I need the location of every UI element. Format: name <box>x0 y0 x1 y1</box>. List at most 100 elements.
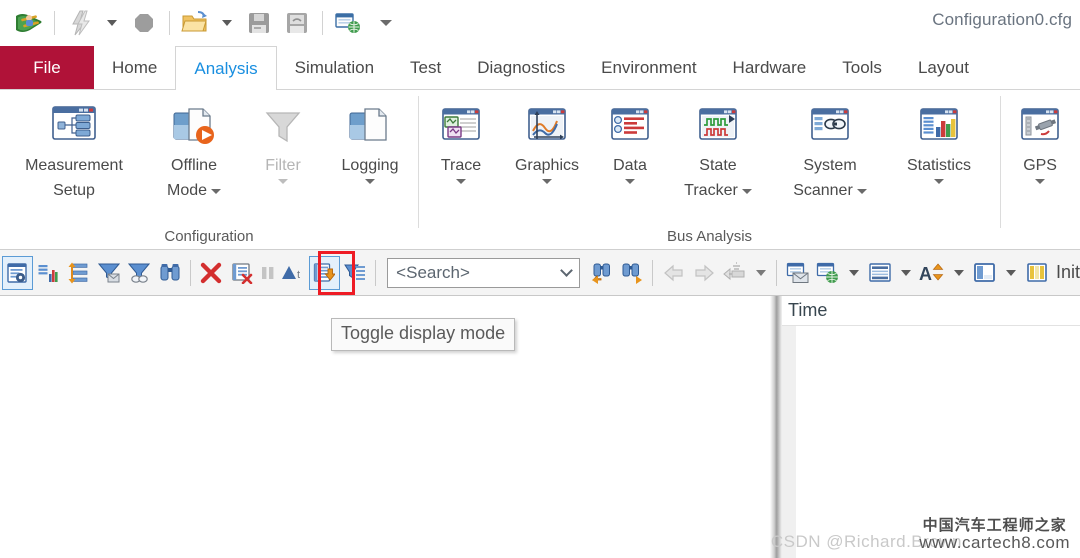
goto-marker-dropdown[interactable] <box>750 256 772 290</box>
tab-file[interactable]: File <box>0 46 94 89</box>
separator-a <box>190 259 192 286</box>
chevron-down-icon[interactable] <box>933 178 944 184</box>
ribbon-group-gps: GPS <box>1001 90 1080 249</box>
ribbon-label-line1: Graphics <box>514 157 579 174</box>
clear-window-button[interactable] <box>227 256 258 290</box>
pane-splitter[interactable] <box>770 296 782 558</box>
chevron-down-icon[interactable] <box>211 188 222 194</box>
column-header-row[interactable]: Time <box>782 296 1080 326</box>
ribbon-button-logging[interactable]: Logging <box>322 98 418 184</box>
ribbon-button-state-tracker[interactable]: State Tracker <box>665 98 771 204</box>
export-mail-button[interactable] <box>782 256 813 290</box>
clear-all-button[interactable] <box>196 256 227 290</box>
ribbon-group-label-bus-analysis: Bus Analysis <box>667 228 753 245</box>
chevron-down-icon[interactable] <box>741 188 752 194</box>
expand-collapse-button[interactable] <box>63 256 94 290</box>
window-title: Configuration0.cfg <box>932 10 1072 29</box>
svg-text:A: A <box>919 264 932 284</box>
logging-icon <box>345 100 395 154</box>
tab-test[interactable]: Test <box>392 46 459 89</box>
font-size-button[interactable]: A <box>917 256 948 290</box>
chevron-down-icon[interactable] <box>624 178 635 184</box>
ribbon-label-line2: Tracker <box>684 181 738 199</box>
filter-messages-button[interactable] <box>94 256 125 290</box>
pause-button[interactable] <box>257 256 279 290</box>
chevron-down-icon[interactable] <box>541 178 552 184</box>
system-scanner-icon <box>805 100 855 154</box>
chevron-down-icon <box>755 269 766 276</box>
toolbar-trailing-label: Init <box>1055 262 1080 282</box>
column-filter-button[interactable] <box>340 256 371 290</box>
ribbon-button-data[interactable]: Data <box>595 98 665 184</box>
search-button[interactable] <box>155 256 186 290</box>
ribbon-button-measurement-setup[interactable]: Measurement Setup <box>4 98 144 204</box>
columns-button[interactable] <box>1021 256 1052 290</box>
ribbon-button-system-scanner[interactable]: System Scanner <box>771 98 889 204</box>
offline-mode-icon <box>169 100 219 154</box>
tab-layout[interactable]: Layout <box>900 46 987 89</box>
graphics-window-icon <box>522 100 572 154</box>
ribbon-button-offline-mode[interactable]: Offline Mode <box>144 98 244 204</box>
ribbon-button-filter[interactable]: Filter <box>244 98 322 184</box>
tab-tools[interactable]: Tools <box>824 46 900 89</box>
ribbon-label-line1: Measurement <box>25 157 123 174</box>
panel-layout-button[interactable] <box>969 256 1000 290</box>
marker-button[interactable]: t <box>279 256 310 290</box>
ribbon-group-label-configuration: Configuration <box>164 228 254 245</box>
tab-simulation[interactable]: Simulation <box>277 46 392 89</box>
export-web-dropdown[interactable] <box>843 256 865 290</box>
navigate-back-button[interactable] <box>658 256 689 290</box>
export-web-button[interactable] <box>813 256 844 290</box>
ribbon-label-line1: Statistics <box>906 157 971 174</box>
ribbon-label-line1: Trace <box>440 157 482 174</box>
chevron-down-icon[interactable] <box>365 178 375 184</box>
ribbon-group-bus-analysis: Trace Graphics Data State Tracker System… <box>419 90 1000 249</box>
watermark-url: www.cartech8.com <box>919 533 1070 553</box>
ribbon-label-line2: Mode <box>166 181 208 199</box>
chevron-down-icon[interactable] <box>560 264 574 277</box>
trace-config-button[interactable] <box>2 255 33 290</box>
find-previous-button[interactable] <box>586 256 617 290</box>
watermark: 中国汽车工程师之家 www.cartech8.com <box>919 518 1070 552</box>
chevron-down-icon <box>953 269 964 276</box>
title-bar: Configuration0.cfg <box>0 0 1080 46</box>
tab-analysis[interactable]: Analysis <box>175 46 277 90</box>
tab-hardware[interactable]: Hardware <box>715 46 825 89</box>
trace-window-toolbar[interactable]: t <Search> A Init <box>0 250 1080 296</box>
filter-clear-button[interactable] <box>124 256 155 290</box>
ribbon-label-line1: System <box>803 157 857 174</box>
ribbon-label-line1: Data <box>613 157 647 174</box>
line-spacing-dropdown[interactable] <box>896 256 918 290</box>
ribbon-button-trace[interactable]: Trace <box>423 98 499 184</box>
svg-text:t: t <box>297 269 300 281</box>
line-spacing-button[interactable] <box>865 256 896 290</box>
tooltip: Toggle display mode <box>331 318 516 351</box>
find-next-button[interactable] <box>617 256 648 290</box>
toggle-display-mode-button[interactable] <box>309 255 340 290</box>
ribbon-button-statistics[interactable]: Statistics <box>889 98 989 184</box>
statistics-window-icon <box>914 100 964 154</box>
tab-diagnostics[interactable]: Diagnostics <box>459 46 583 89</box>
search-input[interactable]: <Search> <box>387 257 581 288</box>
chevron-down-icon[interactable] <box>1035 178 1046 184</box>
ribbon-button-gps[interactable]: GPS <box>1005 98 1075 184</box>
data-window-icon <box>605 100 655 154</box>
ribbon-button-graphics[interactable]: Graphics <box>499 98 595 184</box>
tab-environment[interactable]: Environment <box>583 46 714 89</box>
font-size-dropdown[interactable] <box>948 256 970 290</box>
filter-funnel-icon <box>261 100 305 154</box>
separator-c <box>652 259 654 286</box>
trace-window-icon <box>436 100 486 154</box>
goto-marker-button[interactable] <box>719 256 750 290</box>
ribbon-tab-strip[interactable]: File Home Analysis Simulation Test Diagn… <box>0 46 1080 90</box>
statistics-button[interactable] <box>33 256 64 290</box>
chevron-down-icon[interactable] <box>278 178 288 184</box>
column-header-time[interactable]: Time <box>782 300 827 321</box>
ribbon: Measurement Setup Offline Mode Filter Lo… <box>0 90 1080 250</box>
tab-home[interactable]: Home <box>94 46 175 89</box>
chevron-down-icon[interactable] <box>856 188 867 194</box>
chevron-down-icon[interactable] <box>455 178 466 184</box>
navigate-forward-button[interactable] <box>689 256 720 290</box>
panel-layout-dropdown[interactable] <box>1000 256 1022 290</box>
ribbon-label-line1: State <box>699 157 737 174</box>
